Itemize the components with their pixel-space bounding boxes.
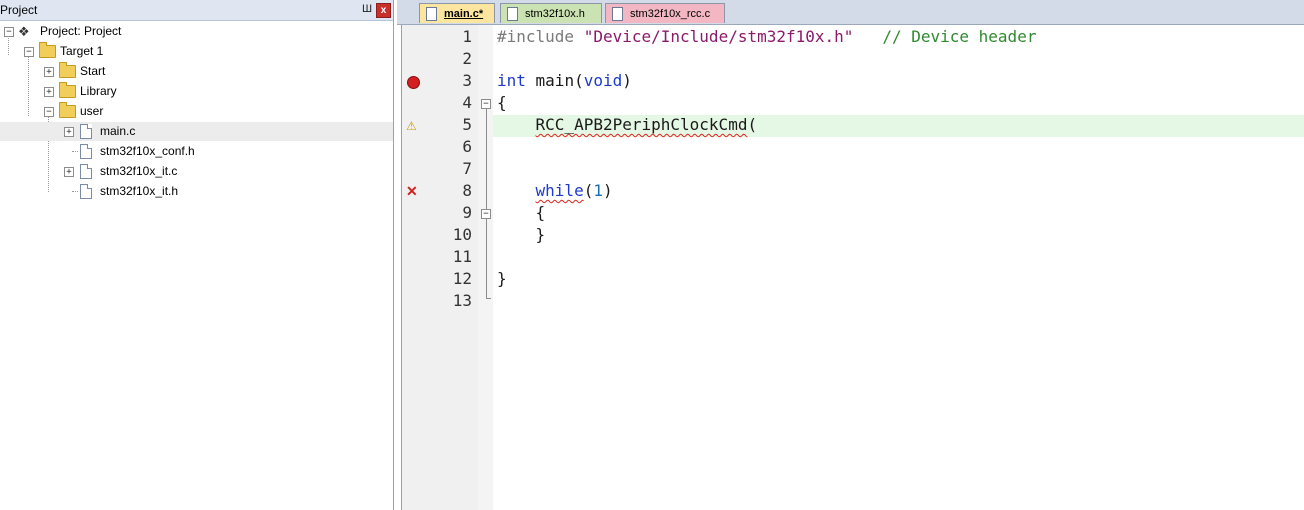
code-line-4: {	[497, 92, 507, 114]
fold-collapse-icon[interactable]: −	[481, 99, 491, 109]
code-line-1: #include "Device/Include/stm32f10x.h" //…	[497, 26, 1036, 48]
brace-open: {	[535, 203, 546, 222]
tree-label: user	[80, 104, 104, 118]
file-icon	[80, 184, 92, 199]
line-number: 10	[452, 225, 472, 244]
paren-open: (	[583, 181, 594, 200]
file-icon	[612, 7, 623, 21]
editor-tab-bar: main.c* stm32f10x.h stm32f10x_rcc.c	[397, 0, 1304, 25]
keyword-while: while	[535, 181, 584, 200]
open-folder-icon	[59, 102, 76, 118]
line-number: 11	[452, 247, 472, 266]
tab-main-c[interactable]: main.c*	[419, 3, 495, 23]
fold-line	[486, 109, 487, 298]
tree-item-file-conf-h[interactable]: stm32f10x_conf.h	[0, 142, 393, 161]
code-line-3: int main(void)	[497, 70, 632, 92]
brace-close: }	[497, 269, 507, 288]
keyword-int: int	[497, 71, 526, 90]
collapse-icon[interactable]: −	[44, 107, 54, 117]
project-pane-title: Project	[0, 3, 38, 17]
tree-label: stm32f10x_it.h	[100, 184, 179, 198]
tab-stm32f10x-h[interactable]: stm32f10x.h	[500, 3, 602, 23]
expand-icon[interactable]: +	[64, 127, 74, 137]
line-number: 12	[452, 269, 472, 288]
expand-icon[interactable]: +	[44, 67, 54, 77]
project-pane-header: Project Ш x	[0, 0, 393, 21]
collapse-icon[interactable]: −	[4, 27, 14, 37]
tree-item-target[interactable]: − Target 1	[0, 42, 393, 61]
preprocessor-directive: #include	[497, 27, 575, 46]
code-line-9: {	[497, 202, 546, 224]
line-number: 13	[452, 291, 472, 310]
tree-item-file-main-c[interactable]: + main.c	[0, 122, 393, 141]
tree-label: Library	[80, 84, 117, 98]
code-editor: main.c* stm32f10x.h stm32f10x_rcc.c ⚠ ✕ …	[397, 0, 1304, 510]
tab-label: stm32f10x_rcc.c	[630, 8, 711, 20]
line-number: 6	[462, 137, 472, 156]
expand-icon[interactable]: +	[64, 167, 74, 177]
folder-icon	[59, 62, 76, 78]
code-line-8: while(1)	[497, 180, 613, 202]
fold-collapse-icon[interactable]: −	[481, 209, 491, 219]
tree-label: Target 1	[60, 44, 104, 58]
project-icon: ❖	[18, 24, 30, 39]
paren-open: (	[747, 115, 758, 134]
number-literal: 1	[593, 181, 603, 200]
close-pane-button[interactable]: x	[376, 3, 391, 18]
brace-open: {	[497, 93, 507, 112]
code-line-5: RCC_APB2PeriphClockCmd(	[497, 114, 758, 136]
tab-label: stm32f10x.h	[525, 8, 585, 20]
tree-label: stm32f10x_it.c	[100, 164, 178, 178]
code-text-area[interactable]	[493, 25, 1304, 510]
tree-item-group-user[interactable]: − user	[0, 102, 393, 121]
line-number: 5	[462, 115, 472, 134]
pin-icon[interactable]: Ш	[360, 2, 374, 16]
tree-label: Start	[80, 64, 106, 78]
line-number: 9	[462, 203, 472, 222]
tree-item-file-it-c[interactable]: + stm32f10x_it.c	[0, 162, 393, 181]
code-line-10: }	[497, 224, 546, 246]
tree-label: main.c	[100, 124, 136, 138]
line-number: 7	[462, 159, 472, 178]
keyword-void: void	[583, 71, 623, 90]
tree-item-group-library[interactable]: + Library	[0, 82, 393, 101]
file-icon	[426, 7, 437, 21]
code-comment: // Device header	[882, 27, 1037, 46]
tree-item-project[interactable]: − ❖ Project: Project	[0, 22, 393, 41]
tree-item-file-it-h[interactable]: stm32f10x_it.h	[0, 182, 393, 201]
function-call-error: RCC_APB2PeriphClockCmd	[535, 115, 748, 134]
line-number: 1	[462, 27, 472, 46]
file-icon	[80, 164, 92, 179]
paren-close: )	[602, 181, 613, 200]
collapse-icon[interactable]: −	[24, 47, 34, 57]
brace-close: }	[535, 225, 546, 244]
folder-icon	[59, 82, 76, 98]
line-number: 4	[462, 93, 472, 112]
paren-close: )	[622, 71, 632, 90]
code-line-12: }	[497, 268, 507, 290]
line-number: 2	[462, 49, 472, 68]
project-pane: Project Ш x − ❖ Project: Project − Targe…	[0, 0, 394, 510]
line-number: 8	[462, 181, 472, 200]
file-icon	[80, 144, 92, 159]
tree-label: stm32f10x_conf.h	[100, 144, 195, 158]
include-path: "Device/Include/stm32f10x.h"	[583, 27, 854, 46]
expand-icon[interactable]: +	[44, 87, 54, 97]
tree-label: Project: Project	[40, 24, 122, 38]
tab-stm32f10x-rcc-c[interactable]: stm32f10x_rcc.c	[605, 3, 725, 23]
fold-end-marker	[486, 298, 491, 299]
target-folder-icon	[39, 42, 56, 58]
file-icon	[507, 7, 518, 21]
function-name: main(	[525, 71, 584, 90]
tab-label: main.c*	[444, 8, 484, 20]
tree-item-group-start[interactable]: + Start	[0, 62, 393, 81]
file-icon	[80, 124, 92, 139]
line-number: 3	[462, 71, 472, 90]
